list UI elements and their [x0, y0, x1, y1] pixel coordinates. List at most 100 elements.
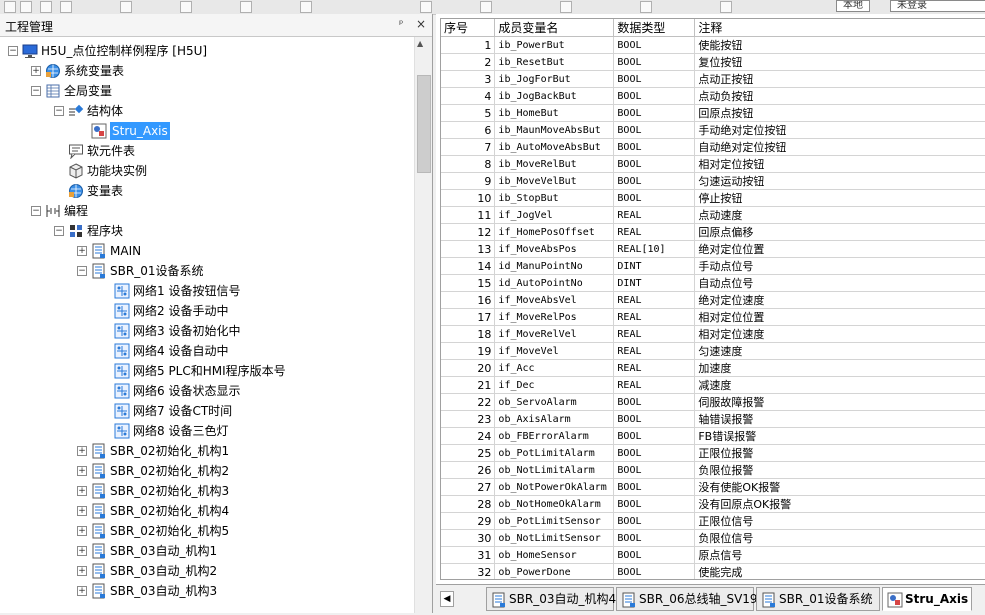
cell-comment[interactable]: 绝对定位位置 — [694, 240, 985, 258]
cell-data-type[interactable]: REAL[10] — [613, 240, 696, 258]
cell-data-type[interactable]: BOOL — [613, 563, 696, 579]
cell-data-type[interactable]: DINT — [613, 274, 696, 292]
expand-icon[interactable]: + — [77, 566, 87, 576]
collapse-icon[interactable]: − — [54, 106, 64, 116]
cell-member-name[interactable]: if_HomePosOffset — [494, 223, 615, 241]
cell-member-name[interactable]: ob_NotLimitAlarm — [494, 461, 615, 479]
tree-item[interactable]: − SBR_01设备系统 — [0, 261, 414, 281]
table-row[interactable]: 11 if_JogVel REAL 点动速度 — [441, 206, 985, 224]
cell-index[interactable]: 30 — [441, 529, 496, 547]
cell-comment[interactable]: 相对定位按钮 — [694, 155, 985, 173]
cell-member-name[interactable]: ob_HomeSensor — [494, 546, 615, 564]
cell-comment[interactable]: 负限位报警 — [694, 461, 985, 479]
tree-scrollbar[interactable]: ▲ — [414, 37, 432, 613]
cell-index[interactable]: 9 — [441, 172, 496, 190]
cell-data-type[interactable]: BOOL — [613, 36, 696, 54]
tree-item[interactable]: − 程序块 — [0, 221, 414, 241]
cell-index[interactable]: 6 — [441, 121, 496, 139]
table-row[interactable]: 17 if_MoveRelPos REAL 相对定位位置 — [441, 308, 985, 326]
tree-item[interactable]: + SBR_03自动_机构3 — [0, 581, 414, 601]
cell-index[interactable]: 10 — [441, 189, 496, 207]
table-row[interactable]: 27 ob_NotPowerOkAlarm BOOL 没有使能OK报警 — [441, 478, 985, 496]
toolbar-icon[interactable] — [20, 1, 32, 13]
pin-icon[interactable]: ᵖ — [399, 19, 403, 30]
table-row[interactable]: 1 ib_PowerBut BOOL 使能按钮 — [441, 36, 985, 54]
cell-member-name[interactable]: ib_PowerBut — [494, 36, 615, 54]
cell-comment[interactable]: 匀速速度 — [694, 342, 985, 360]
tree-item[interactable]: + MAIN — [0, 241, 414, 261]
cell-member-name[interactable]: ob_AxisAlarm — [494, 410, 615, 428]
cell-index[interactable]: 14 — [441, 257, 496, 275]
cell-comment[interactable]: 点动负按钮 — [694, 87, 985, 105]
table-row[interactable]: 5 ib_HomeBut BOOL 回原点按钮 — [441, 104, 985, 122]
toolbar-icon[interactable] — [300, 1, 312, 13]
cell-data-type[interactable]: REAL — [613, 325, 696, 343]
cell-comment[interactable]: 使能按钮 — [694, 36, 985, 54]
cell-member-name[interactable]: ib_JogForBut — [494, 70, 615, 88]
cell-member-name[interactable]: if_MoveRelVel — [494, 325, 615, 343]
cell-data-type[interactable]: BOOL — [613, 512, 696, 530]
cell-comment[interactable]: 回原点偏移 — [694, 223, 985, 241]
cell-comment[interactable]: 减速度 — [694, 376, 985, 394]
toolbar-icon[interactable] — [40, 1, 52, 13]
tree-item[interactable]: 网络1 设备按钮信号 — [0, 281, 414, 301]
cell-index[interactable]: 17 — [441, 308, 496, 326]
cell-index[interactable]: 25 — [441, 444, 496, 462]
table-row[interactable]: 32 ob_PowerDone BOOL 使能完成 — [441, 563, 985, 579]
table-row[interactable]: 2 ib_ResetBut BOOL 复位按钮 — [441, 53, 985, 71]
toolbar-icon[interactable] — [240, 1, 252, 13]
table-row[interactable]: 8 ib_MoveRelBut BOOL 相对定位按钮 — [441, 155, 985, 173]
toolbar-icon[interactable] — [180, 1, 192, 13]
expand-icon[interactable]: + — [31, 66, 41, 76]
cell-member-name[interactable]: ob_FBErrorAlarm — [494, 427, 615, 445]
toolbar-icon[interactable] — [640, 1, 652, 13]
table-row[interactable]: 13 if_MoveAbsPos REAL[10] 绝对定位位置 — [441, 240, 985, 258]
expand-icon[interactable]: + — [77, 446, 87, 456]
cell-comment[interactable]: 停止按钮 — [694, 189, 985, 207]
collapse-icon[interactable]: − — [31, 206, 41, 216]
cell-comment[interactable]: 加速度 — [694, 359, 985, 377]
cell-comment[interactable]: 手动点位号 — [694, 257, 985, 275]
cell-comment[interactable]: 自动绝对定位按钮 — [694, 138, 985, 156]
cell-data-type[interactable]: BOOL — [613, 410, 696, 428]
table-row[interactable]: 30 ob_NotLimitSensor BOOL 负限位信号 — [441, 529, 985, 547]
cell-member-name[interactable]: id_ManuPointNo — [494, 257, 615, 275]
cell-data-type[interactable]: REAL — [613, 376, 696, 394]
cell-index[interactable]: 29 — [441, 512, 496, 530]
cell-member-name[interactable]: if_Acc — [494, 359, 615, 377]
cell-member-name[interactable]: ob_PowerDone — [494, 563, 615, 579]
cell-index[interactable]: 7 — [441, 138, 496, 156]
cell-member-name[interactable]: id_AutoPointNo — [494, 274, 615, 292]
col-header-index[interactable]: 序号 — [441, 19, 496, 37]
cell-data-type[interactable]: REAL — [613, 291, 696, 309]
cell-comment[interactable]: 点动速度 — [694, 206, 985, 224]
cell-index[interactable]: 19 — [441, 342, 496, 360]
tree-item[interactable]: + SBR_02初始化_机构1 — [0, 441, 414, 461]
tree-item[interactable]: 网络7 设备CT时间 — [0, 401, 414, 421]
cell-member-name[interactable]: ob_ServoAlarm — [494, 393, 615, 411]
tree-item[interactable]: + SBR_02初始化_机构5 — [0, 521, 414, 541]
toolbar-icon[interactable] — [420, 1, 432, 13]
expand-icon[interactable]: + — [77, 246, 87, 256]
cell-member-name[interactable]: ob_NotHomeOkAlarm — [494, 495, 615, 513]
tree-item[interactable]: + 系统变量表 — [0, 61, 414, 81]
cell-index[interactable]: 16 — [441, 291, 496, 309]
cell-member-name[interactable]: if_MoveAbsPos — [494, 240, 615, 258]
toolbar-icon[interactable] — [60, 1, 72, 13]
tree-item[interactable]: + SBR_02初始化_机构2 — [0, 461, 414, 481]
tree-item[interactable]: + SBR_03自动_机构1 — [0, 541, 414, 561]
tree-item[interactable]: 网络6 设备状态显示 — [0, 381, 414, 401]
cell-index[interactable]: 8 — [441, 155, 496, 173]
table-row[interactable]: 20 if_Acc REAL 加速度 — [441, 359, 985, 377]
cell-index[interactable]: 22 — [441, 393, 496, 411]
tab-1[interactable]: SBR_03自动_机构4 — [486, 587, 616, 611]
cell-comment[interactable]: 轴错误报警 — [694, 410, 985, 428]
cell-member-name[interactable]: if_JogVel — [494, 206, 615, 224]
tree-item[interactable]: 变量表 — [0, 181, 414, 201]
cell-index[interactable]: 21 — [441, 376, 496, 394]
cell-member-name[interactable]: ib_JogBackBut — [494, 87, 615, 105]
expand-icon[interactable]: + — [77, 466, 87, 476]
cell-data-type[interactable]: BOOL — [613, 53, 696, 71]
table-row[interactable]: 4 ib_JogBackBut BOOL 点动负按钮 — [441, 87, 985, 105]
cell-member-name[interactable]: ob_PotLimitAlarm — [494, 444, 615, 462]
